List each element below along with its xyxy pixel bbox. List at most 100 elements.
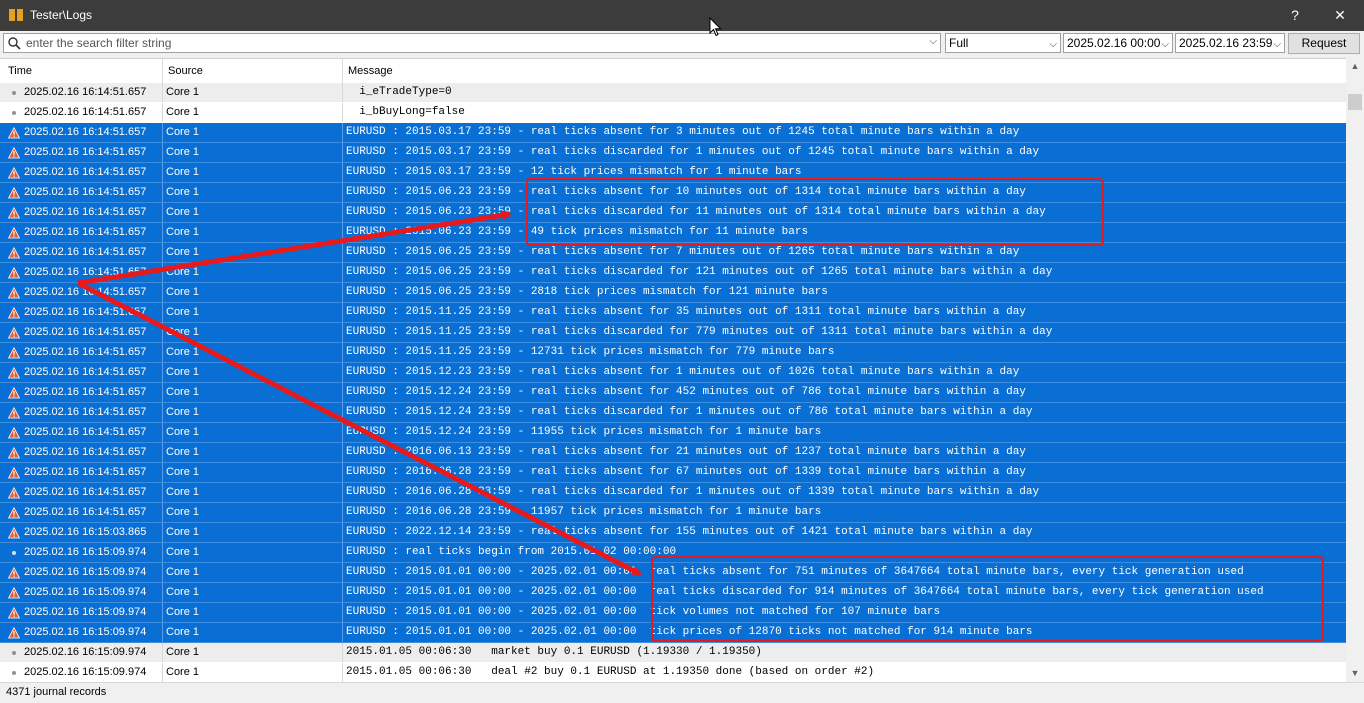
log-row[interactable]: 2025.02.16 16:14:51.657 Core 1 EURUSD : 20…	[0, 343, 1346, 363]
log-row[interactable]: 2025.02.16 16:14:51.657 Core 1 EURUSD : 20…	[0, 243, 1346, 263]
scroll-up-icon[interactable]: ▲	[1346, 58, 1364, 75]
log-row[interactable]: 2025.02.16 16:14:51.657 Core 1 EURUSD : 20…	[0, 483, 1346, 503]
log-message: EURUSD : 2015.03.17 23:59 - real ticks d…	[346, 146, 1040, 158]
warning-icon	[8, 307, 20, 319]
log-message: EURUSD : real ticks begin from 2015.01.0…	[346, 546, 677, 558]
log-message: EURUSD : 2015.11.25 23:59 - real ticks a…	[346, 306, 1026, 318]
log-source: Core 1	[166, 666, 200, 678]
log-row[interactable]: 2025.02.16 16:15:09.974 Core 1 EURUSD : 20…	[0, 623, 1346, 643]
info-dot-icon	[12, 651, 16, 655]
log-row[interactable]: 2025.02.16 16:14:51.657 Core 1 EURUSD : 20…	[0, 443, 1346, 463]
journal-icon	[9, 9, 24, 21]
cell-divider	[162, 663, 163, 682]
cell-divider	[162, 423, 163, 442]
column-divider[interactable]	[162, 59, 163, 83]
cell-divider	[162, 643, 163, 662]
scrollbar-thumb[interactable]	[1348, 94, 1362, 110]
log-row[interactable]: 2025.02.16 16:15:09.974 Core 1 EURUSD : 20…	[0, 563, 1346, 583]
cell-divider	[162, 443, 163, 462]
log-row[interactable]: 2025.02.16 16:15:09.974 Core 1 2015.01.05 …	[0, 643, 1346, 663]
log-source: Core 1	[166, 606, 200, 618]
date-from-picker[interactable]: 2025.02.16 00:00 ⌵	[1063, 33, 1173, 53]
log-row[interactable]: 2025.02.16 16:15:09.974 Core 1 2015.01.05 …	[0, 663, 1346, 683]
column-divider[interactable]	[342, 59, 343, 83]
log-source: Core 1	[166, 506, 200, 518]
date-from-value: 2025.02.16 00:00	[1067, 36, 1161, 50]
log-row[interactable]: 2025.02.16 16:14:51.657 Core 1 EURUSD : 20…	[0, 123, 1346, 143]
cell-divider	[162, 283, 163, 302]
log-row[interactable]: 2025.02.16 16:14:51.657 Core 1 EURUSD : 20…	[0, 223, 1346, 243]
log-row[interactable]: 2025.02.16 16:14:51.657 Core 1 EURUSD : 20…	[0, 323, 1346, 343]
help-button[interactable]: ?	[1284, 5, 1306, 25]
mouse-cursor-icon	[709, 17, 722, 37]
status-bar: 4371 journal records	[0, 682, 1364, 703]
log-row[interactable]: 2025.02.16 16:14:51.657 Core 1 EURUSD : 20…	[0, 363, 1346, 383]
log-row[interactable]: 2025.02.16 16:14:51.657 Core 1 EURUSD : 20…	[0, 403, 1346, 423]
log-row[interactable]: 2025.02.16 16:14:51.657 Core 1 EURUSD : 20…	[0, 463, 1346, 483]
log-source: Core 1	[166, 586, 200, 598]
log-row[interactable]: 2025.02.16 16:14:51.657 Core 1 EURUSD : 20…	[0, 423, 1346, 443]
log-row[interactable]: 2025.02.16 16:14:51.657 Core 1 EURUSD : 20…	[0, 203, 1346, 223]
column-header-time[interactable]: Time	[8, 65, 32, 77]
log-source: Core 1	[166, 166, 200, 178]
warning-icon	[8, 207, 20, 219]
log-source: Core 1	[166, 126, 200, 138]
column-header-message[interactable]: Message	[348, 65, 393, 77]
log-row[interactable]: 2025.02.16 16:14:51.657 Core 1 EURUSD : 20…	[0, 163, 1346, 183]
log-source: Core 1	[166, 86, 200, 98]
log-source: Core 1	[166, 526, 200, 538]
request-button[interactable]: Request	[1288, 33, 1360, 54]
log-row[interactable]: 2025.02.16 16:15:09.974 Core 1 EURUSD : 20…	[0, 583, 1346, 603]
log-time: 2025.02.16 16:14:51.657	[24, 226, 147, 238]
cell-divider	[162, 563, 163, 582]
log-row[interactable]: 2025.02.16 16:14:51.657 Core 1 EURUSD : 20…	[0, 183, 1346, 203]
log-time: 2025.02.16 16:14:51.657	[24, 486, 147, 498]
log-row[interactable]: 2025.02.16 16:14:51.657 Core 1 EURUSD : 20…	[0, 263, 1346, 283]
log-row[interactable]: 2025.02.16 16:15:03.865 Core 1 EURUSD : 20…	[0, 523, 1346, 543]
log-source: Core 1	[166, 646, 200, 658]
log-time: 2025.02.16 16:14:51.657	[24, 346, 147, 358]
log-time: 2025.02.16 16:15:09.974	[24, 606, 147, 618]
log-source: Core 1	[166, 246, 200, 258]
warning-icon	[8, 127, 20, 139]
warning-icon	[8, 327, 20, 339]
log-row[interactable]: 2025.02.16 16:14:51.657 Core 1 EURUSD : 20…	[0, 503, 1346, 523]
cell-divider	[342, 243, 343, 262]
log-row[interactable]: 2025.02.16 16:14:51.657 Core 1 EURUSD : 20…	[0, 383, 1346, 403]
search-box[interactable]: ⌵	[3, 33, 941, 53]
log-row[interactable]: 2025.02.16 16:14:51.657 Core 1 EURUSD : 20…	[0, 303, 1346, 323]
log-source: Core 1	[166, 386, 200, 398]
close-button[interactable]: ✕	[1329, 5, 1351, 25]
log-source: Core 1	[166, 366, 200, 378]
log-row[interactable]: 2025.02.16 16:14:51.657 Core 1 EURUSD : 20…	[0, 143, 1346, 163]
cell-divider	[342, 163, 343, 182]
chevron-down-icon[interactable]: ⌵	[929, 36, 937, 47]
log-row[interactable]: 2025.02.16 16:14:51.657 Core 1 i_eTradeTy…	[0, 83, 1346, 103]
cell-divider	[162, 143, 163, 162]
log-row[interactable]: 2025.02.16 16:14:51.657 Core 1 EURUSD : 20…	[0, 283, 1346, 303]
search-input[interactable]	[26, 35, 916, 51]
log-message: EURUSD : 2015.11.25 23:59 - 12731 tick p…	[346, 346, 835, 358]
log-row[interactable]: 2025.02.16 16:15:09.974 Core 1 EURUSD : 20…	[0, 603, 1346, 623]
log-row[interactable]: 2025.02.16 16:15:09.974 Core 1 EURUSD : re…	[0, 543, 1346, 563]
warning-icon	[8, 487, 20, 499]
log-message: i_bBuyLong=false	[346, 106, 465, 118]
cell-divider	[162, 623, 163, 642]
chevron-down-icon: ⌵	[1049, 39, 1057, 50]
cell-divider	[342, 103, 343, 122]
cell-divider	[162, 223, 163, 242]
cell-divider	[162, 483, 163, 502]
filter-select[interactable]: Full ⌵	[945, 33, 1061, 53]
cell-divider	[162, 243, 163, 262]
cell-divider	[342, 543, 343, 562]
log-row[interactable]: 2025.02.16 16:14:51.657 Core 1 i_bBuyLong…	[0, 103, 1346, 123]
log-source: Core 1	[166, 346, 200, 358]
column-header-source[interactable]: Source	[168, 65, 203, 77]
date-to-picker[interactable]: 2025.02.16 23:59 ⌵	[1175, 33, 1285, 53]
scroll-down-icon[interactable]: ▼	[1346, 665, 1364, 682]
log-source: Core 1	[166, 106, 200, 118]
warning-icon	[8, 247, 20, 259]
cell-divider	[342, 323, 343, 342]
log-source: Core 1	[166, 186, 200, 198]
vertical-scrollbar[interactable]: ▲ ▼	[1346, 58, 1364, 682]
